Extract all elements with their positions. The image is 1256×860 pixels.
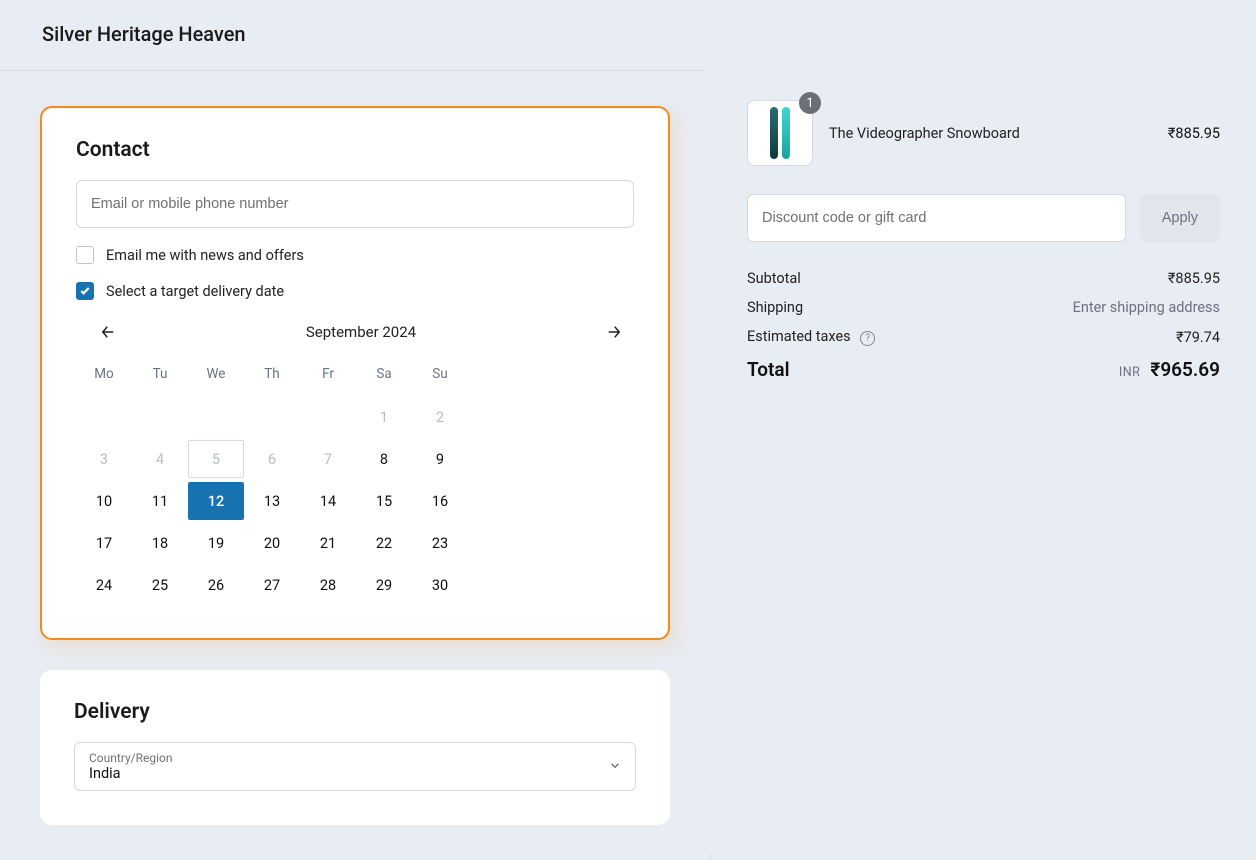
calendar-day: 2: [412, 398, 468, 436]
calendar-day[interactable]: 26: [188, 566, 244, 604]
calendar-day: 7: [300, 440, 356, 478]
calendar-day[interactable]: 11: [132, 482, 188, 520]
contact-section: Contact Email me with news and offers Se…: [40, 106, 670, 640]
total-amount: ₹965.69: [1150, 358, 1220, 381]
calendar-day: 5: [188, 440, 244, 478]
target-date-row[interactable]: Select a target delivery date: [76, 282, 634, 300]
contact-email-input[interactable]: [76, 180, 634, 228]
quantity-badge: 1: [799, 92, 821, 114]
calendar-day: 1: [356, 398, 412, 436]
calendar-empty: [188, 398, 244, 436]
delivery-date-calendar: September 2024 MoTuWeThFrSaSu12345678910…: [76, 318, 634, 604]
taxes-value: ₹79.74: [1176, 329, 1220, 346]
delivery-section: Delivery Country/Region India: [40, 670, 670, 825]
calendar-empty: [244, 398, 300, 436]
calendar-day[interactable]: 21: [300, 524, 356, 562]
calendar-day: 3: [76, 440, 132, 478]
checkout-form-pane: Contact Email me with news and offers Se…: [0, 0, 710, 853]
calendar-grid: MoTuWeThFrSaSu12345678910111213141516171…: [76, 360, 468, 604]
total-currency: INR: [1119, 365, 1141, 380]
product-name: The Videographer Snowboard: [829, 125, 1152, 142]
calendar-next-icon[interactable]: [600, 318, 628, 346]
calendar-empty: [300, 398, 356, 436]
cart-line-item: 1 The Videographer Snowboard ₹885.95: [747, 100, 1220, 166]
calendar-day[interactable]: 25: [132, 566, 188, 604]
calendar-day[interactable]: 24: [76, 566, 132, 604]
calendar-weekday: Fr: [300, 360, 356, 394]
calendar-day: 4: [132, 440, 188, 478]
calendar-day[interactable]: 8: [356, 440, 412, 478]
shipping-row: Shipping Enter shipping address: [747, 299, 1220, 316]
calendar-empty: [76, 398, 132, 436]
target-date-checkbox[interactable]: [76, 282, 94, 300]
calendar-day[interactable]: 17: [76, 524, 132, 562]
calendar-day[interactable]: 16: [412, 482, 468, 520]
subtotal-value: ₹885.95: [1168, 270, 1220, 287]
calendar-day[interactable]: 13: [244, 482, 300, 520]
calendar-weekday: Su: [412, 360, 468, 394]
calendar-day[interactable]: 15: [356, 482, 412, 520]
product-thumbnail: 1: [747, 100, 813, 166]
calendar-empty: [132, 398, 188, 436]
store-name: Silver Heritage Heaven: [42, 22, 246, 46]
apply-discount-button[interactable]: Apply: [1140, 194, 1220, 242]
shipping-value: Enter shipping address: [1073, 299, 1220, 316]
taxes-label: Estimated taxes: [747, 328, 851, 345]
calendar-day: 6: [244, 440, 300, 478]
discount-code-input[interactable]: [747, 194, 1126, 242]
calendar-day[interactable]: 10: [76, 482, 132, 520]
subtotal-label: Subtotal: [747, 270, 801, 287]
target-date-label: Select a target delivery date: [106, 283, 284, 300]
calendar-day[interactable]: 28: [300, 566, 356, 604]
calendar-month-label: September 2024: [306, 323, 416, 341]
calendar-day[interactable]: 27: [244, 566, 300, 604]
calendar-day[interactable]: 23: [412, 524, 468, 562]
total-label: Total: [747, 358, 790, 381]
calendar-weekday: Th: [244, 360, 300, 394]
news-offers-row[interactable]: Email me with news and offers: [76, 246, 634, 264]
news-offers-label: Email me with news and offers: [106, 247, 304, 264]
calendar-prev-icon[interactable]: [94, 318, 122, 346]
shipping-label: Shipping: [747, 299, 803, 316]
contact-title: Contact: [76, 138, 634, 162]
calendar-weekday: Sa: [356, 360, 412, 394]
calendar-day[interactable]: 19: [188, 524, 244, 562]
calendar-day[interactable]: 12: [188, 482, 244, 520]
total-row: Total INR ₹965.69: [747, 358, 1220, 381]
calendar-day[interactable]: 9: [412, 440, 468, 478]
calendar-day[interactable]: 18: [132, 524, 188, 562]
calendar-weekday: Tu: [132, 360, 188, 394]
country-select-label: Country/Region: [89, 751, 621, 765]
news-offers-checkbox[interactable]: [76, 246, 94, 264]
country-select-value: India: [89, 765, 621, 782]
calendar-day[interactable]: 22: [356, 524, 412, 562]
calendar-day[interactable]: 29: [356, 566, 412, 604]
order-summary-pane: 1 The Videographer Snowboard ₹885.95 App…: [710, 0, 1256, 853]
product-price: ₹885.95: [1168, 125, 1220, 142]
calendar-weekday: Mo: [76, 360, 132, 394]
calendar-day[interactable]: 30: [412, 566, 468, 604]
calendar-day[interactable]: 14: [300, 482, 356, 520]
taxes-row: Estimated taxes ? ₹79.74: [747, 328, 1220, 346]
calendar-weekday: We: [188, 360, 244, 394]
taxes-help-icon[interactable]: ?: [860, 331, 875, 346]
subtotal-row: Subtotal ₹885.95: [747, 270, 1220, 287]
chevron-down-icon: [608, 757, 622, 776]
delivery-title: Delivery: [74, 700, 636, 724]
header-divider: [0, 70, 705, 71]
calendar-day[interactable]: 20: [244, 524, 300, 562]
country-select[interactable]: Country/Region India: [74, 742, 636, 791]
